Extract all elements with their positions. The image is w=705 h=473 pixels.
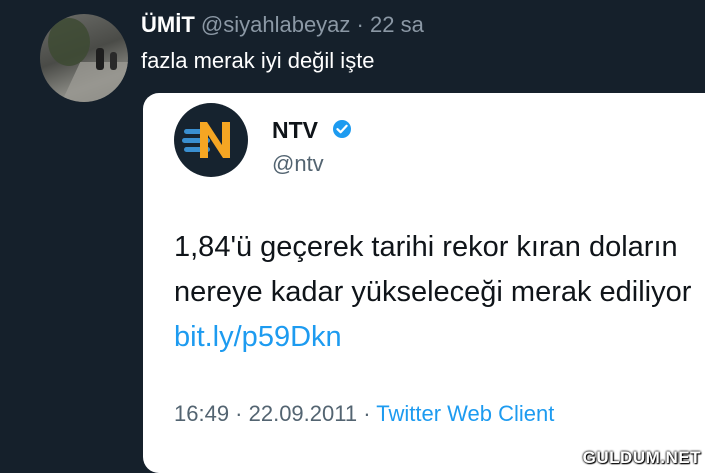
- author-name[interactable]: ÜMİT: [141, 12, 195, 37]
- quoted-author-name[interactable]: NTV: [272, 117, 318, 144]
- author-avatar[interactable]: [40, 14, 128, 102]
- site-watermark: GULDUM.NET: [582, 448, 701, 467]
- avatar-figure: [110, 52, 117, 70]
- quoted-timestamp[interactable]: 16:49 · 22.09.2011: [174, 401, 357, 426]
- avatar-tree: [48, 18, 90, 66]
- ntv-logo-avatar[interactable]: [174, 103, 248, 177]
- tweet-text: fazla merak iyi değil işte: [141, 48, 375, 73]
- quoted-meta: 16:49 · 22.09.2011 · Twitter Web Client: [174, 401, 554, 427]
- quoted-link[interactable]: bit.ly/p59Dkn: [174, 321, 342, 353]
- quoted-author-handle[interactable]: @ntv: [272, 151, 324, 177]
- quoted-text-main: 1,84'ü geçerek tarihi rekor kıran doları…: [174, 231, 692, 308]
- tweet-header: ÜMİT @siyahlabeyaz · 22 sa: [141, 11, 424, 39]
- header-separator: ·: [356, 12, 364, 37]
- verified-badge-icon: [333, 120, 351, 138]
- avatar-path: [59, 62, 128, 102]
- tweet-time[interactable]: 22 sa: [370, 12, 424, 37]
- quoted-tweet-text: 1,84'ü geçerek tarihi rekor kıran doları…: [174, 225, 704, 360]
- quoted-client[interactable]: Twitter Web Client: [376, 401, 554, 426]
- ntv-logo-icon: [182, 122, 230, 158]
- avatar-figure: [96, 48, 104, 70]
- meta-separator: ·: [363, 401, 371, 426]
- author-handle[interactable]: @siyahlabeyaz: [201, 12, 351, 37]
- quoted-tweet-card[interactable]: NTV @ntv 1,84'ü geçerek tarihi rekor kır…: [143, 93, 705, 473]
